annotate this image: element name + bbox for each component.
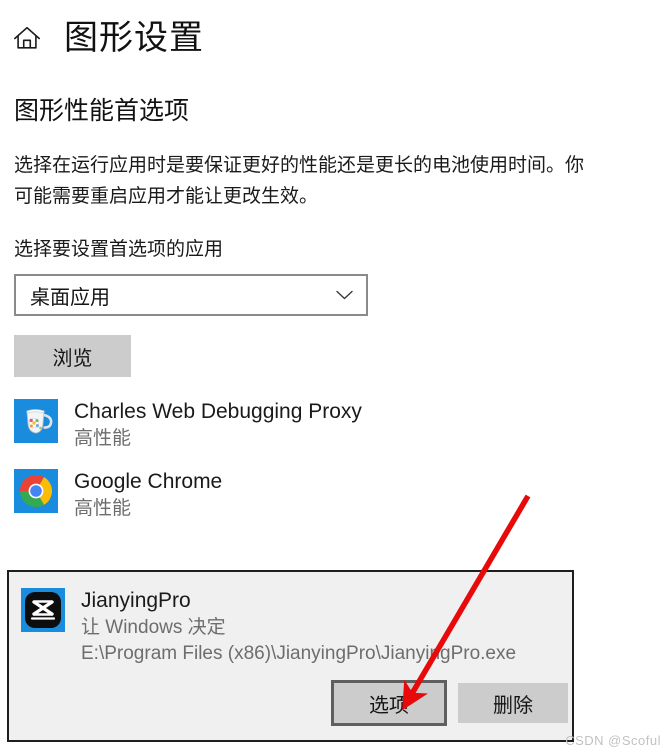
options-button[interactable]: 选项: [331, 680, 447, 726]
app-status: 高性能: [74, 498, 132, 519]
app-name: JianyingPro: [81, 589, 191, 612]
list-item: JianyingPro 让 Windows 决定 E:\Program File…: [9, 588, 572, 666]
app-status: 高性能: [74, 428, 132, 449]
charles-icon-glyph: [14, 399, 58, 443]
section-heading: 图形性能首选项: [14, 97, 190, 125]
selected-app-panel[interactable]: JianyingPro 让 Windows 决定 E:\Program File…: [7, 570, 574, 742]
list-item-text: Charles Web Debugging Proxy 高性能: [74, 399, 362, 451]
list-item-text: JianyingPro 让 Windows 决定 E:\Program File…: [81, 588, 516, 666]
jianyingpro-icon-glyph: [21, 588, 65, 632]
chrome-icon-glyph: [14, 469, 58, 513]
page-header: 图形设置: [0, 0, 669, 58]
home-icon-glyph: [14, 26, 40, 49]
home-icon[interactable]: [12, 23, 64, 53]
app-name: Charles Web Debugging Proxy: [74, 400, 362, 423]
watermark: CSDN @Scoful: [565, 733, 661, 748]
section-description: 选择在运行应用时是要保证更好的性能还是更长的电池使用时间。你可能需要重启应用才能…: [14, 155, 585, 207]
browse-button[interactable]: 浏览: [14, 335, 131, 377]
chrome-icon: [14, 469, 74, 513]
app-path: E:\Program Files (x86)\JianyingPro\Jiany…: [81, 643, 517, 664]
app-select-label: 选择要设置首选项的应用: [14, 239, 224, 260]
jianyingpro-icon: [21, 588, 81, 632]
app-type-dropdown-value: 桌面应用: [30, 286, 110, 309]
app-status: 让 Windows 决定: [81, 617, 226, 638]
list-item[interactable]: Google Chrome 高性能: [0, 469, 669, 521]
list-item[interactable]: Charles Web Debugging Proxy 高性能: [0, 399, 669, 451]
list-item-text: Google Chrome 高性能: [74, 469, 222, 521]
app-type-dropdown[interactable]: 桌面应用: [14, 274, 368, 316]
app-name: Google Chrome: [74, 470, 223, 493]
chevron-down-glyph: [336, 290, 353, 300]
page-title: 图形设置: [64, 19, 204, 57]
charles-icon: [14, 399, 74, 443]
remove-button[interactable]: 删除: [458, 683, 568, 723]
app-list: Charles Web Debugging Proxy 高性能 Google C…: [0, 399, 669, 521]
